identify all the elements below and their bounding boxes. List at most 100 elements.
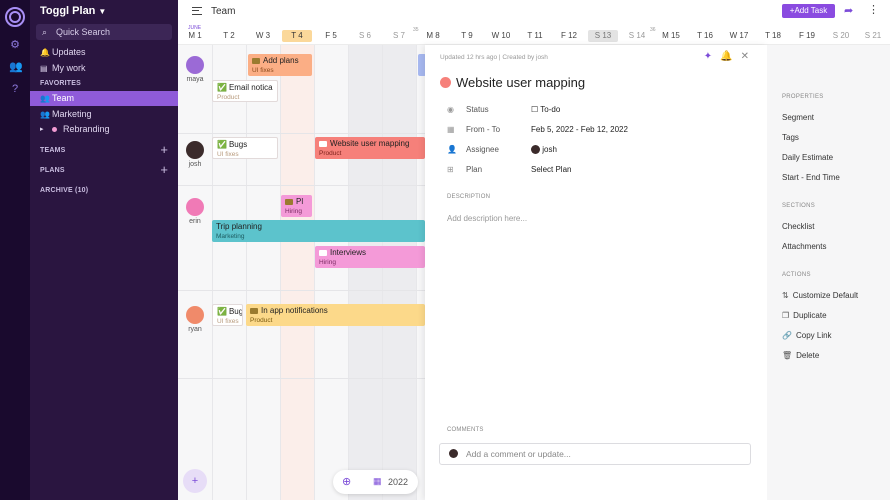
- year-selector[interactable]: 2022: [388, 477, 408, 487]
- comment-input[interactable]: Add a comment or update...: [439, 443, 751, 465]
- settings-icon[interactable]: ⚙: [9, 39, 21, 51]
- toggl-logo-icon[interactable]: [5, 7, 25, 27]
- plan-value[interactable]: Select Plan: [531, 164, 571, 176]
- menu-icon[interactable]: [192, 7, 202, 15]
- sidebar-item-marketing[interactable]: 👥 Marketing: [30, 107, 178, 122]
- day-label[interactable]: S 20: [826, 30, 856, 42]
- day-label[interactable]: T 11: [520, 30, 550, 42]
- day-label[interactable]: F 12: [554, 30, 584, 42]
- action-copy-link[interactable]: 🔗 Copy Link: [782, 331, 832, 340]
- day-label[interactable]: T 18: [758, 30, 788, 42]
- bell-icon[interactable]: 🔔: [720, 51, 740, 62]
- day-label[interactable]: S 14: [622, 30, 652, 42]
- task-bar[interactable]: Trip planning Marketing: [212, 220, 425, 242]
- status-value-text: To-do: [540, 105, 561, 114]
- magic-icon[interactable]: ✦: [704, 51, 720, 62]
- task-bar[interactable]: In app notifications Product: [246, 304, 425, 326]
- close-icon[interactable]: ✕: [741, 51, 757, 62]
- task-bar[interactable]: Add plans UI fixes: [248, 54, 312, 76]
- day-label[interactable]: W 17: [724, 30, 754, 42]
- properties-panel: PROPERTIES Segment Tags Daily Estimate S…: [767, 45, 890, 500]
- team-icon: 👥: [40, 110, 50, 119]
- action-duplicate[interactable]: ❐ Duplicate: [782, 311, 827, 320]
- task-bar[interactable]: Interviews Hiring: [315, 246, 425, 268]
- sidebar: Toggl Plan ▼ ⌕ Quick Search 🔔 Updates ▤ My w…: [30, 0, 178, 500]
- property-start-end-time[interactable]: Start - End Time: [782, 173, 840, 182]
- task-bar[interactable]: Pl Hiring: [281, 195, 312, 217]
- task-bar[interactable]: Website user mapping Product: [315, 137, 425, 159]
- action-customize-default[interactable]: ⇅ Customize Default: [782, 291, 858, 300]
- task-title: Trip planning: [216, 222, 262, 231]
- panel-actions: ✦🔔✕: [704, 51, 757, 62]
- caret-right-icon[interactable]: ▸: [40, 122, 44, 137]
- day-label[interactable]: F 5: [316, 30, 346, 42]
- task-plan: Hiring: [285, 208, 302, 215]
- day-label[interactable]: T 9: [452, 30, 482, 42]
- day-label[interactable]: W 10: [486, 30, 516, 42]
- sidebar-item-my-work[interactable]: ▤ My work: [30, 61, 178, 76]
- day-label[interactable]: M 15: [656, 30, 686, 42]
- day-label[interactable]: S 7: [384, 30, 414, 42]
- property-daily-estimate[interactable]: Daily Estimate: [782, 153, 833, 162]
- day-label[interactable]: T 16: [690, 30, 720, 42]
- task-title[interactable]: Website user mapping: [440, 75, 585, 90]
- day-label[interactable]: S 6: [350, 30, 380, 42]
- task-bar[interactable]: ✅ Email notica Product: [212, 80, 278, 102]
- status-value[interactable]: ☐ To-do: [531, 104, 560, 116]
- user-maya[interactable]: maya: [178, 56, 212, 83]
- assignee-value[interactable]: josh: [531, 144, 557, 156]
- action-delete[interactable]: 🗑 Delete: [782, 351, 819, 360]
- property-segment[interactable]: Segment: [782, 113, 814, 122]
- day-label-selected[interactable]: S 13: [588, 30, 618, 42]
- share-icon[interactable]: ➦: [844, 4, 853, 17]
- sidebar-item-rebranding[interactable]: ▸ Rebranding: [30, 122, 178, 137]
- zoom-bar: ⊕ ▦ 2022: [333, 470, 418, 494]
- more-icon[interactable]: ⋮: [868, 3, 879, 16]
- timeline-grid[interactable]: maya josh erin ryan Add plans UI fixes ✅…: [178, 45, 426, 500]
- task-bar[interactable]: ✅ Bug UI fixes: [212, 304, 243, 326]
- task-bar[interactable]: ✅ Bugs UI fixes: [212, 137, 278, 159]
- copy-icon: ❐: [782, 311, 790, 320]
- avatar: [449, 449, 458, 458]
- task-color-icon[interactable]: [440, 77, 451, 88]
- day-label[interactable]: F 19: [792, 30, 822, 42]
- day-label-today[interactable]: T 4: [282, 30, 312, 42]
- workspace-switcher[interactable]: Toggl Plan ▼: [40, 5, 106, 17]
- day-label[interactable]: S 21: [858, 30, 888, 42]
- user-ryan[interactable]: ryan: [178, 306, 212, 333]
- task-title: Interviews: [330, 248, 367, 257]
- calendar-icon[interactable]: ▦: [373, 476, 382, 487]
- sidebar-item-updates[interactable]: 🔔 Updates: [30, 45, 178, 60]
- assignee-label: Assignee: [466, 145, 499, 154]
- description-heading: DESCRIPTION: [447, 194, 491, 200]
- task-plan: Product: [250, 317, 273, 324]
- day-label[interactable]: W 3: [248, 30, 278, 42]
- add-team-icon[interactable]: +: [160, 142, 168, 157]
- avatar: [186, 306, 204, 324]
- day-label[interactable]: M 8: [418, 30, 448, 42]
- task-meta: Updated 12 hrs ago | Created by josh: [440, 54, 548, 61]
- dates-value[interactable]: Feb 5, 2022 - Feb 12, 2022: [531, 124, 628, 136]
- description-input[interactable]: Add description here...: [447, 214, 527, 223]
- zoom-icon[interactable]: ⊕: [342, 475, 351, 488]
- section-checklist[interactable]: Checklist: [782, 222, 814, 231]
- add-user-button[interactable]: +: [183, 469, 207, 493]
- user-josh[interactable]: josh: [178, 141, 212, 168]
- section-attachments[interactable]: Attachments: [782, 242, 826, 251]
- actions-heading: ACTIONS: [782, 272, 811, 278]
- task-title-text[interactable]: Website user mapping: [456, 75, 585, 90]
- add-plan-icon[interactable]: +: [160, 162, 168, 177]
- archive-heading[interactable]: ARCHIVE (10): [40, 187, 88, 194]
- quick-search-label: Quick Search: [56, 27, 111, 37]
- sidebar-item-team[interactable]: 👥 Team: [30, 91, 178, 106]
- day-label[interactable]: T 2: [214, 30, 244, 42]
- property-tags[interactable]: Tags: [782, 133, 799, 142]
- quick-search-input[interactable]: ⌕ Quick Search: [36, 24, 172, 40]
- dot-icon: [52, 127, 57, 133]
- help-icon[interactable]: ?: [9, 83, 21, 95]
- add-task-button[interactable]: +Add Task: [782, 4, 835, 18]
- people-icon[interactable]: 👥: [9, 61, 23, 73]
- user-erin[interactable]: erin: [178, 198, 212, 225]
- day-label[interactable]: M 1: [180, 30, 210, 42]
- icon-rail: ⚙ 👥 ?: [0, 0, 30, 500]
